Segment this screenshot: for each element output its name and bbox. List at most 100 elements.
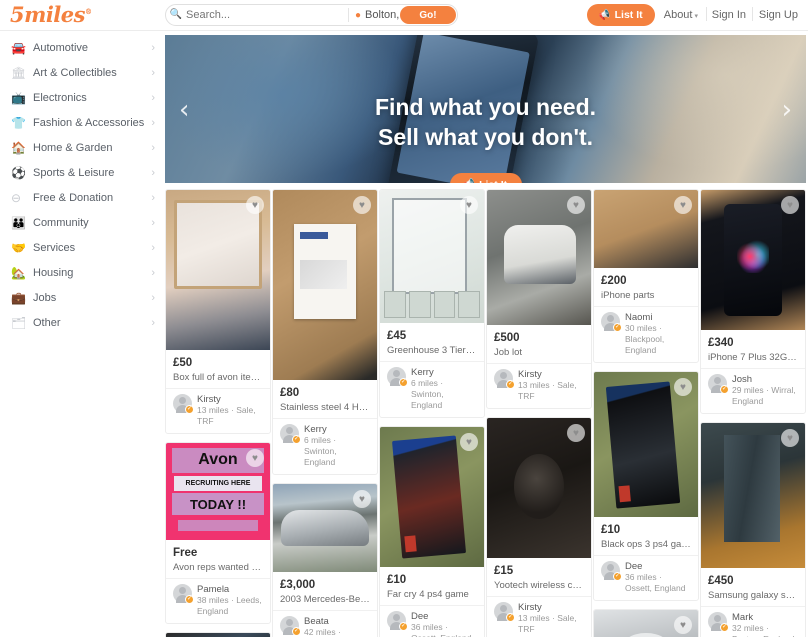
sidebar-item-home-garden[interactable]: 🏠 Home & Garden › [0,135,165,160]
tvs-photo[interactable]: ♥ [166,633,270,637]
seller-row[interactable]: ✓Beata42 miles · Wrexham, Wales [273,610,377,637]
avon-recruiting-photo[interactable]: Avon RECRUITING HERE TODAY !! ♥ [166,443,270,540]
favorite-heart-icon[interactable]: ♥ [246,449,264,467]
favorite-heart-icon[interactable]: ♥ [781,429,799,447]
sidebar-item-community[interactable]: 👪 Community › [0,210,165,235]
shirt-icon: 👕 [11,115,26,130]
favorite-heart-icon[interactable]: ♥ [353,490,371,508]
wireless-charger-photo[interactable]: ♥ [487,418,591,558]
blackops3-photo[interactable]: ♥ [594,372,698,517]
seller-name: Beata [304,616,329,627]
favorite-heart-icon[interactable]: ♥ [460,433,478,451]
listing-info: £10 Far cry 4 ps4 game [380,567,484,605]
sign-in-link[interactable]: Sign In [712,9,746,21]
search-bar[interactable]: 🔍 ● Bolton, BOL Go! [165,4,458,26]
listing-title: iPhone parts [601,290,655,301]
seller-row[interactable]: ✓ Kirsty 13 miles · Sale, TRF [487,363,591,408]
sidebar-item-jobs[interactable]: 💼 Jobs › [0,285,165,310]
listing-title: Greenhouse 3 Tier multi ... [387,345,477,356]
listing-card[interactable]: ♥ £3,000 2003 Mercedes-Benz C-Cl... ✓Beata4… [272,483,378,637]
search-input[interactable] [186,6,348,24]
seller-row[interactable]: ✓ Kirsty 13 miles · Sale, TRF [487,596,591,637]
listing-card[interactable]: ♥ [165,632,271,637]
seller-row[interactable]: ✓Mark32 miles · Buxton, England [701,606,805,637]
favorite-heart-icon[interactable]: ♥ [353,196,371,214]
seller-meta: 30 miles · Blackpool, England [625,323,665,355]
sidebar-item-fashion-accessories[interactable]: 👕 Fashion & Accessories › [0,110,165,135]
carousel-next-icon[interactable]: › [782,95,792,125]
listing-card[interactable]: ♥ £50 Box full of avon items ✓ Kirsty 13 mile… [165,189,271,434]
seller-name: Mark [732,612,754,623]
listing-card[interactable]: ♥ £10 Black ops 3 ps4 game ✓ Dee 36 miles · O… [593,371,699,601]
sidebar-item-sports-leisure[interactable]: ⚽ Sports & Leisure › [0,160,165,185]
avon-box-photo[interactable]: ♥ [166,190,270,350]
listing-price: £200 [601,275,627,287]
sidebar-item-label: Community [33,216,89,229]
listing-card[interactable]: ♥ £450 Samsung galaxy s9 black ... ✓Mark32 … [700,422,806,637]
sidebar-item-label: Services [33,241,76,254]
brand-logo[interactable]: 5miles® [10,2,92,27]
favorite-heart-icon[interactable]: ♥ [460,196,478,214]
galaxy-s9-box-photo[interactable]: ♥ [701,423,805,568]
greenhouse-photo[interactable]: ♥ [380,190,484,323]
listing-card[interactable]: ♥ £340 iPhone 7 Plus 32GB UNL... ✓Josh29 mi… [700,189,806,414]
washing-machine-photo[interactable]: ♥ [594,610,698,637]
sign-up-link[interactable]: Sign Up [759,9,798,21]
seller-row[interactable]: ✓ Josh 29 miles · Wirral, England [701,368,805,413]
sidebar-item-other[interactable]: 🗂 Other › [0,310,165,335]
listing-card[interactable]: ♥ £15 Yootech wireless charger ✓Kirsty13 mi… [486,417,592,637]
avatar: ✓ [494,602,515,622]
favorite-heart-icon[interactable]: ♥ [567,196,585,214]
lodos-cooker-box-photo[interactable]: ♥ [273,190,377,380]
listing-card[interactable]: ♥ £80 Stainless steel 4 Hob Gas ... ✓Kerry6… [272,189,378,475]
listing-title: Avon reps wanted allover... [173,562,263,573]
iphone-parts-photo[interactable]: ♥ [594,190,698,268]
seller-row[interactable]: ✓ Kerry 6 miles · Swinton, England [273,418,377,474]
pet-crate-photo[interactable]: ♥ [487,190,591,325]
list-it-button-hero[interactable]: 📢 List It [449,173,522,183]
farcry4-photo[interactable]: ♥ [380,427,484,567]
sidebar-item-art-collectibles[interactable]: 🏛 Art & Collectibles › [0,60,165,85]
verified-badge-icon: ✓ [292,627,301,636]
listing-card[interactable]: Avon RECRUITING HERE TODAY !! ♥ Free Avon rep… [165,442,271,624]
listing-card[interactable]: ♥ £45 Greenhouse 3 Tier multi ... ✓Kerry6 m… [379,189,485,418]
listing-card[interactable]: ♥ [593,609,699,637]
seller-row[interactable]: ✓Dee36 miles · Ossett, England [594,555,698,600]
favorite-heart-icon[interactable]: ♥ [674,378,692,396]
favorite-heart-icon[interactable]: ♥ [246,196,264,214]
seller-row[interactable]: ✓ Naomi 30 miles · Blackpool, England [594,306,698,362]
sidebar-item-free-donation[interactable]: ⊖ Free & Donation › [0,185,165,210]
avatar: ✓ [708,612,729,632]
seller-row[interactable]: ✓Dee36 miles · Ossett, England [380,605,484,637]
listing-price: £50 [173,357,193,369]
go-button[interactable]: Go! [400,6,456,24]
seller-row[interactable]: ✓ Kerry 6 miles · Swinton, England [380,361,484,417]
header-divider-1 [706,7,707,21]
sidebar-item-services[interactable]: 🤝 Services › [0,235,165,260]
sidebar-item-electronics[interactable]: 📺 Electronics › [0,85,165,110]
favorite-heart-icon[interactable]: ♥ [674,196,692,214]
seller-meta: 38 miles · Leeds, England [197,595,262,616]
listing-card[interactable]: ♥ £200 iPhone parts ✓ Naomi 30 miles · Blackp… [593,189,699,363]
location-pin-icon: ● [355,9,362,21]
chevron-right-icon: › [151,91,155,104]
mercedes-photo[interactable]: ♥ [273,484,377,572]
listing-card[interactable]: ♥ £500 Job lot ✓ Kirsty 13 miles · Sale, TRF [486,189,592,409]
favorite-heart-icon[interactable]: ♥ [781,196,799,214]
seller-row[interactable]: ✓ Pamela 38 miles · Leeds, England [166,578,270,623]
carousel-prev-icon[interactable]: ‹ [179,95,189,125]
listing-column-2: ♥£80Stainless steel 4 Hob Gas ...✓Kerry6… [272,189,378,637]
handshake-icon: 🤝 [11,240,26,255]
seller-row[interactable]: ✓ Kirsty 13 miles · Sale, TRF [166,388,270,433]
listing-card[interactable]: ♥ £10 Far cry 4 ps4 game ✓Dee36 miles · Oss… [379,426,485,637]
favorite-heart-icon[interactable]: ♥ [674,616,692,634]
about-menu[interactable]: About ▾ [664,9,698,21]
header-divider-2 [752,7,753,21]
sidebar-item-housing[interactable]: 🏡 Housing › [0,260,165,285]
iphone7plus-photo[interactable]: ♥ [701,190,805,330]
verified-badge-icon: ✓ [506,613,515,622]
sidebar-item-automotive[interactable]: 🚘 Automotive › [0,35,165,60]
search-icon: 🔍 [169,9,183,20]
favorite-heart-icon[interactable]: ♥ [567,424,585,442]
list-it-button-header[interactable]: 📢 List It [587,4,655,26]
